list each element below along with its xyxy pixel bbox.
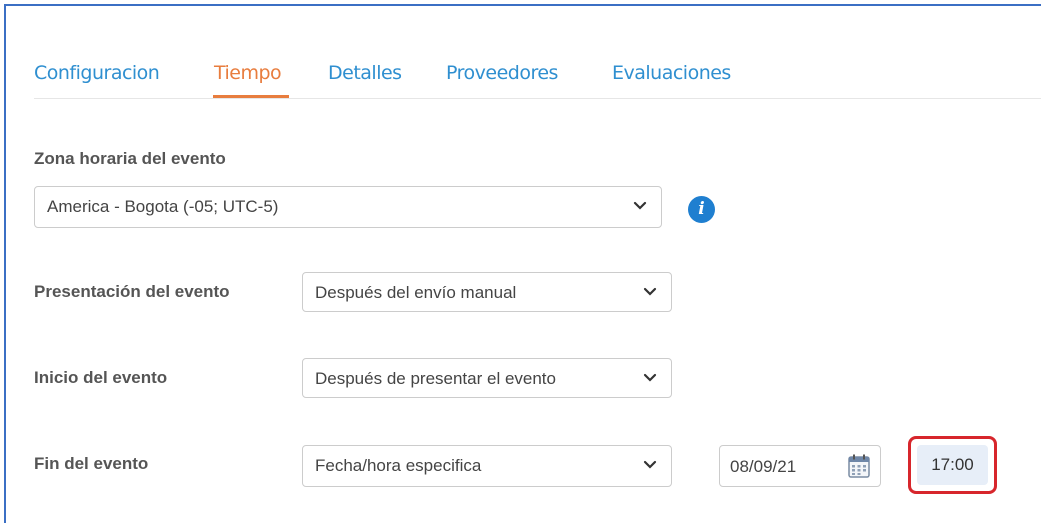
chevron-down-icon <box>643 460 657 469</box>
end-select[interactable]: Fecha/hora especifica <box>302 445 672 487</box>
tab-tiempo[interactable]: Tiempo <box>214 62 282 84</box>
active-tab-indicator <box>213 95 289 98</box>
presentation-label: Presentación del evento <box>34 282 230 301</box>
start-value: Después de presentar el evento <box>315 369 556 388</box>
timezone-value: America - Bogota (-05; UTC-5) <box>47 197 279 216</box>
tab-proveedores[interactable]: Proveedores <box>446 62 558 84</box>
presentation-select[interactable]: Después del envío manual <box>302 272 672 312</box>
chevron-down-icon <box>643 373 657 382</box>
timezone-select[interactable]: America - Bogota (-05; UTC-5) <box>34 186 662 228</box>
info-icon[interactable]: i <box>688 196 715 223</box>
start-label: Inicio del evento <box>34 368 168 387</box>
event-settings-panel: Configuracion Tiempo Detalles Proveedore… <box>4 4 1041 523</box>
timezone-label: Zona horaria del evento <box>34 149 226 168</box>
tab-configuracion[interactable]: Configuracion <box>34 62 160 84</box>
end-label: Fin del evento <box>34 454 149 473</box>
calendar-icon[interactable] <box>848 454 870 478</box>
tab-detalles[interactable]: Detalles <box>328 62 402 84</box>
chevron-down-icon <box>643 287 657 296</box>
chevron-down-icon <box>633 201 647 210</box>
tab-evaluaciones[interactable]: Evaluaciones <box>612 62 731 84</box>
tab-bar: Configuracion Tiempo Detalles Proveedore… <box>34 54 1041 99</box>
presentation-value: Después del envío manual <box>315 283 517 302</box>
end-date-value: 08/09/21 <box>730 457 797 476</box>
start-select[interactable]: Después de presentar el evento <box>302 358 672 398</box>
end-value: Fecha/hora especifica <box>315 456 482 475</box>
end-time-field[interactable]: 17:00 <box>917 445 988 485</box>
end-time-input[interactable]: 17:00 <box>908 436 997 494</box>
end-date-input[interactable]: 08/09/21 <box>719 445 881 487</box>
end-time-value: 17:00 <box>931 455 974 474</box>
